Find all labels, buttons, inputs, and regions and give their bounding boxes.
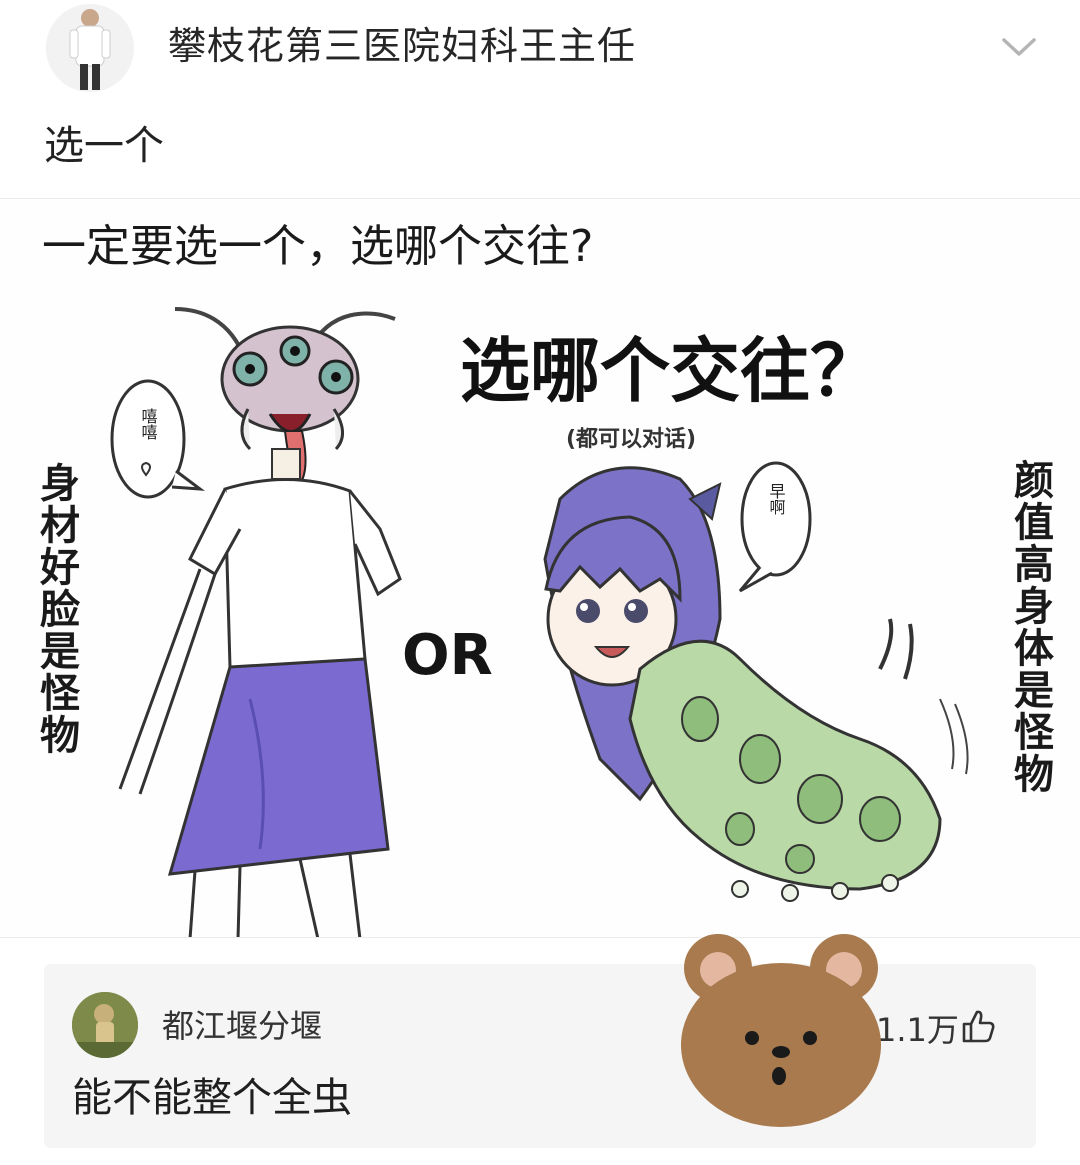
left-character: 嘻嘻 — [110, 307, 402, 937]
image-subtitle: (都可以对话) — [566, 427, 697, 452]
top-comment[interactable]: 都江堰分堰 能不能整个全虫 1.1万 — [44, 964, 1036, 1148]
author-avatar[interactable] — [46, 4, 134, 92]
right-character: 早啊 — [543, 461, 969, 902]
like-count: 1.1万 — [876, 1011, 959, 1049]
meme-illustration: 嘻嘻 早啊 — [110, 307, 969, 937]
right-caption: 颜值高身体是怪物 — [1007, 459, 1053, 795]
bear-sticker — [681, 934, 881, 1127]
post-header: 攀枝花第三医院妇科王主任 — [0, 0, 1080, 100]
left-caption: 身材好脸是怪物 — [33, 462, 79, 756]
post-text: 选一个 — [44, 123, 164, 169]
commenter-avatar-image — [72, 992, 138, 1058]
comment-text: 能不能整个全虫 — [72, 1075, 352, 1121]
image-question: 一定要选一个，选哪个交往? — [42, 221, 594, 272]
chevron-down-icon[interactable] — [996, 26, 1042, 66]
avatar-image — [46, 4, 134, 92]
post-image[interactable]: 嘻嘻 早啊 一定要选一个，选哪个交往? 选哪个交往？ (都可以对话) 身材好脸是… — [0, 198, 1080, 938]
or-label: OR — [402, 623, 493, 688]
commenter-avatar[interactable] — [72, 992, 138, 1058]
thumbs-up-icon[interactable] — [958, 1006, 998, 1046]
author-name[interactable]: 攀枝花第三医院妇科王主任 — [168, 20, 636, 72]
commenter-name[interactable]: 都江堰分堰 — [162, 1004, 322, 1048]
svg-text:嘻嘻: 嘻嘻 — [139, 408, 158, 440]
image-title: 选哪个交往？ — [460, 330, 880, 412]
svg-text:早啊: 早啊 — [767, 483, 786, 515]
